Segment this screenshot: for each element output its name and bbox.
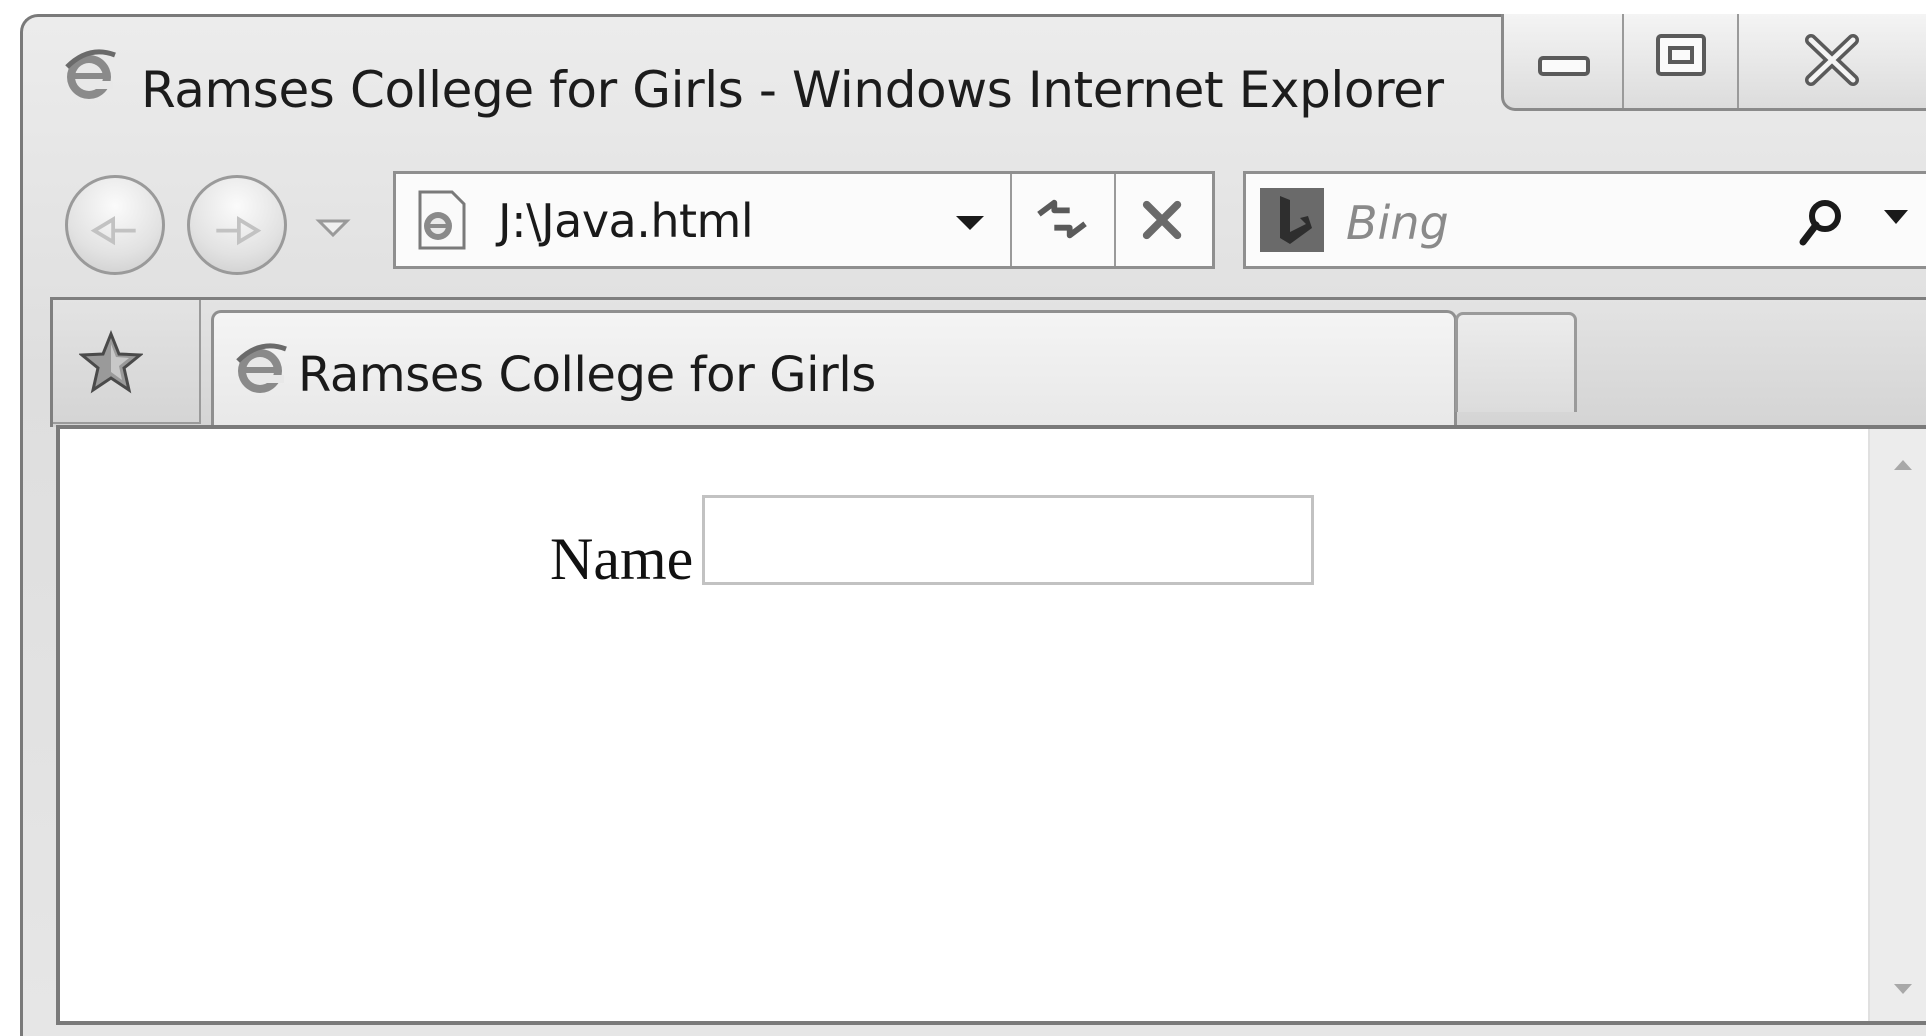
- ie-logo-icon: [230, 339, 290, 399]
- chevron-down-icon: [1884, 210, 1908, 224]
- restore-icon: [1656, 34, 1706, 76]
- search-box[interactable]: Bing: [1243, 171, 1926, 269]
- bing-logo-icon: [1260, 188, 1324, 252]
- close-button[interactable]: [1739, 14, 1926, 108]
- search-options-button[interactable]: [1876, 196, 1916, 240]
- search-button[interactable]: [1791, 192, 1851, 252]
- stop-button[interactable]: [1114, 174, 1212, 266]
- scroll-up-icon[interactable]: [1888, 455, 1918, 475]
- forward-button[interactable]: [187, 175, 287, 275]
- address-dropdown-button[interactable]: [940, 200, 1000, 244]
- minimize-button[interactable]: [1504, 14, 1624, 108]
- vertical-scrollbar[interactable]: [1868, 429, 1926, 1021]
- forward-arrow-icon: [216, 216, 262, 246]
- new-tab-button[interactable]: [1455, 312, 1577, 412]
- name-input[interactable]: [702, 495, 1314, 585]
- close-icon: [1805, 34, 1859, 86]
- tab-bar: Ramses College for Girls: [50, 297, 1926, 428]
- page-icon: [410, 188, 470, 252]
- window-title: Ramses College for Girls - Windows Inter…: [141, 61, 1444, 119]
- stop-icon: [1142, 200, 1182, 240]
- search-placeholder[interactable]: Bing: [1346, 196, 1449, 250]
- favorites-button[interactable]: [53, 300, 201, 424]
- maximize-button[interactable]: [1624, 14, 1739, 108]
- chevron-down-icon: [315, 219, 351, 238]
- minimize-icon: [1538, 56, 1590, 76]
- address-url[interactable]: J:\Java.html: [498, 194, 754, 248]
- caption-buttons: [1501, 14, 1926, 111]
- recent-pages-button[interactable]: [313, 213, 353, 243]
- refresh-icon: [1037, 199, 1087, 239]
- browser-window: Ramses College for Girls - Windows Inter…: [20, 14, 1926, 1036]
- title-bar: Ramses College for Girls - Windows Inter…: [23, 14, 1926, 137]
- star-icon: [78, 329, 144, 394]
- navigation-bar: J:\Java.html Bing: [23, 151, 1926, 281]
- magnifier-icon: [1799, 200, 1841, 246]
- refresh-button[interactable]: [1010, 174, 1114, 266]
- address-bar[interactable]: J:\Java.html: [393, 171, 1215, 269]
- back-button[interactable]: [65, 175, 165, 275]
- scroll-down-icon[interactable]: [1888, 979, 1918, 999]
- page-content: Name: [56, 425, 1926, 1025]
- name-label: Name: [550, 526, 694, 592]
- tab-label: Ramses College for Girls: [298, 347, 876, 403]
- back-arrow-icon: [90, 216, 136, 246]
- tab-ramses-college[interactable]: Ramses College for Girls: [211, 310, 1457, 428]
- ie-logo-icon: [59, 45, 119, 105]
- chevron-down-icon: [956, 216, 984, 230]
